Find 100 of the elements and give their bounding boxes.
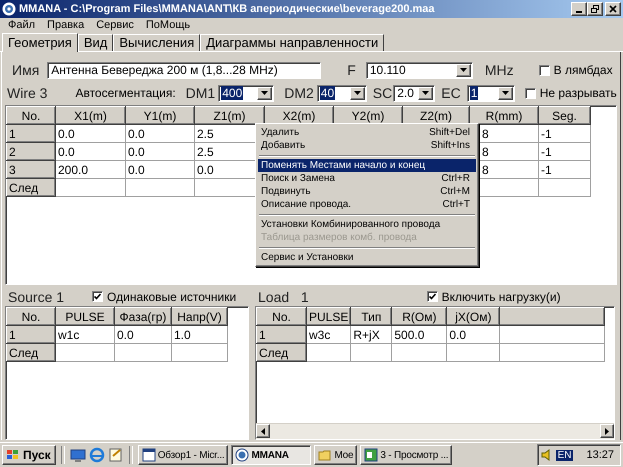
table-cell: 200.0 bbox=[56, 160, 126, 178]
autosegmentation-label: Автосегментация: bbox=[75, 86, 176, 100]
viewer-icon bbox=[364, 448, 378, 462]
folder-icon bbox=[318, 448, 332, 462]
row-header[interactable]: 1 bbox=[6, 124, 56, 142]
row-header[interactable]: След bbox=[6, 344, 56, 362]
tab[interactable]: Геометрия bbox=[2, 33, 78, 52]
column-header[interactable]: R(mm) bbox=[470, 106, 538, 124]
horizontal-scrollbar[interactable] bbox=[256, 423, 614, 439]
windows-flag-icon bbox=[6, 449, 20, 461]
table-cell: 0.0 bbox=[446, 326, 500, 344]
column-header[interactable]: No. bbox=[6, 106, 56, 124]
tab[interactable]: Вычисления bbox=[113, 34, 200, 51]
notepad-icon[interactable] bbox=[108, 447, 124, 463]
window-title: MMANA - C:\Program Files\MMANA\ANT\КВ апериодические\beverage200.maa bbox=[19, 3, 436, 15]
column-header[interactable]: Z1(m) bbox=[194, 106, 264, 124]
table-cell: 0.0 bbox=[126, 160, 194, 178]
menu-item: Таблица размеров комб. провода bbox=[260, 231, 418, 244]
section-title: Load 1 bbox=[258, 288, 309, 304]
close-icon bbox=[609, 5, 617, 13]
row-header[interactable]: 2 bbox=[6, 142, 56, 160]
menu-item[interactable]: Сервис и Установки bbox=[258, 251, 476, 264]
checkbox[interactable] bbox=[538, 64, 550, 76]
menu-item[interactable]: Поменять Местами начало и конец bbox=[258, 159, 476, 172]
table-cell: 0.0 bbox=[56, 124, 126, 142]
taskbar-button[interactable]: MMANA bbox=[231, 445, 312, 465]
menu-item[interactable]: Описание провода. Ctrl+T bbox=[258, 198, 476, 211]
language-indicator[interactable]: EN bbox=[556, 450, 574, 460]
checkbox-label: В лямбдах bbox=[554, 63, 613, 77]
checkbox-label: Не разрывать bbox=[540, 86, 617, 100]
unit-label: MHz bbox=[484, 62, 514, 78]
restore-icon bbox=[591, 5, 599, 13]
desktop-icon[interactable] bbox=[70, 447, 86, 463]
document-icon bbox=[142, 448, 156, 462]
taskbar-button[interactable]: 3 - Просмотр ... bbox=[360, 445, 452, 465]
table-cell: 0.0 bbox=[126, 142, 194, 160]
column-header[interactable]: Тип bbox=[350, 308, 392, 326]
table-cell: 1.0 bbox=[172, 326, 228, 344]
column-header[interactable]: Z2(m) bbox=[402, 106, 470, 124]
menu-item[interactable]: Подвинуть Ctrl+M bbox=[258, 185, 476, 198]
clock: 13:27 bbox=[586, 449, 614, 461]
column-header[interactable]: PULSE bbox=[306, 308, 351, 326]
minimize-button[interactable] bbox=[571, 2, 587, 16]
table-cell: 0.0 bbox=[114, 326, 172, 344]
combo-label: DM1 bbox=[186, 85, 216, 101]
app-icon bbox=[235, 448, 250, 462]
column-header[interactable]: R(Ом) bbox=[392, 308, 447, 326]
table-cell: 500.0 bbox=[392, 326, 447, 344]
menu-item[interactable]: Установки Комбинированного провода bbox=[258, 218, 476, 231]
frequency-label: F bbox=[347, 62, 356, 78]
scroll-left-icon[interactable] bbox=[261, 428, 265, 434]
combo-label: EC bbox=[441, 85, 461, 101]
menu-item[interactable]: Сервис bbox=[90, 18, 140, 32]
column-header[interactable]: Y2(m) bbox=[334, 106, 402, 124]
taskbar-button[interactable]: Обзор1 - Micr... bbox=[138, 445, 228, 465]
combo-label: DM2 bbox=[284, 85, 314, 101]
table-cell: 0.0 bbox=[126, 124, 194, 142]
taskbar-button[interactable]: Moe bbox=[314, 445, 358, 465]
checkbox-label: Одинаковые источники bbox=[107, 290, 236, 304]
wire-label: Wire 3 bbox=[7, 85, 48, 101]
scroll-right-icon[interactable] bbox=[605, 428, 609, 434]
row-header[interactable]: След bbox=[6, 178, 56, 196]
column-header[interactable]: X2(m) bbox=[264, 106, 334, 124]
checkbox[interactable] bbox=[426, 291, 438, 302]
restore-button[interactable] bbox=[587, 2, 603, 16]
table-cell: 0.0 bbox=[56, 142, 126, 160]
tab[interactable]: Вид bbox=[78, 34, 114, 51]
table-cell: -1 bbox=[538, 160, 590, 178]
table-cell: R+jX bbox=[350, 326, 392, 344]
column-header[interactable]: No. bbox=[256, 308, 306, 326]
row-header[interactable]: 1 bbox=[256, 326, 306, 344]
checkbox[interactable] bbox=[92, 291, 104, 302]
app-icon bbox=[2, 2, 16, 16]
row-header[interactable]: 1 bbox=[6, 326, 56, 344]
column-header[interactable]: Seg. bbox=[538, 106, 590, 124]
start-button[interactable]: Пуск bbox=[2, 445, 56, 465]
checkbox-label: Включить нагрузку(и) bbox=[442, 290, 561, 304]
column-header[interactable]: PULSE bbox=[56, 308, 114, 326]
section-title: Source 1 bbox=[8, 288, 64, 304]
table-cell: w3c bbox=[306, 326, 351, 344]
column-header[interactable]: Фаза(гр) bbox=[114, 308, 172, 326]
menu-item[interactable]: ПоМощь bbox=[140, 18, 196, 32]
row-header[interactable]: 3 bbox=[6, 160, 56, 178]
table-cell: -1 bbox=[538, 142, 590, 160]
column-header[interactable]: X1(m) bbox=[56, 106, 126, 124]
menu-item[interactable]: Правка bbox=[41, 18, 90, 32]
column-header[interactable]: jX(Ом) bbox=[446, 308, 500, 326]
tab[interactable]: Диаграммы направленности bbox=[200, 34, 384, 51]
browser-icon[interactable] bbox=[88, 447, 105, 463]
checkbox[interactable] bbox=[524, 88, 536, 98]
column-header[interactable]: Y1(m) bbox=[126, 106, 194, 124]
column-header[interactable]: Напр(V) bbox=[172, 308, 228, 326]
column-header[interactable]: No. bbox=[6, 308, 56, 326]
table-cell: w1c bbox=[56, 326, 114, 344]
row-header[interactable]: След bbox=[256, 344, 306, 362]
close-button[interactable] bbox=[605, 2, 621, 16]
menu-item[interactable]: Файл bbox=[2, 18, 42, 32]
table-cell: -1 bbox=[538, 124, 590, 142]
name-field[interactable]: Антенна Бевереджа 200 м (1,8...28 MHz) bbox=[47, 62, 322, 78]
combo-label: SC bbox=[372, 85, 392, 101]
